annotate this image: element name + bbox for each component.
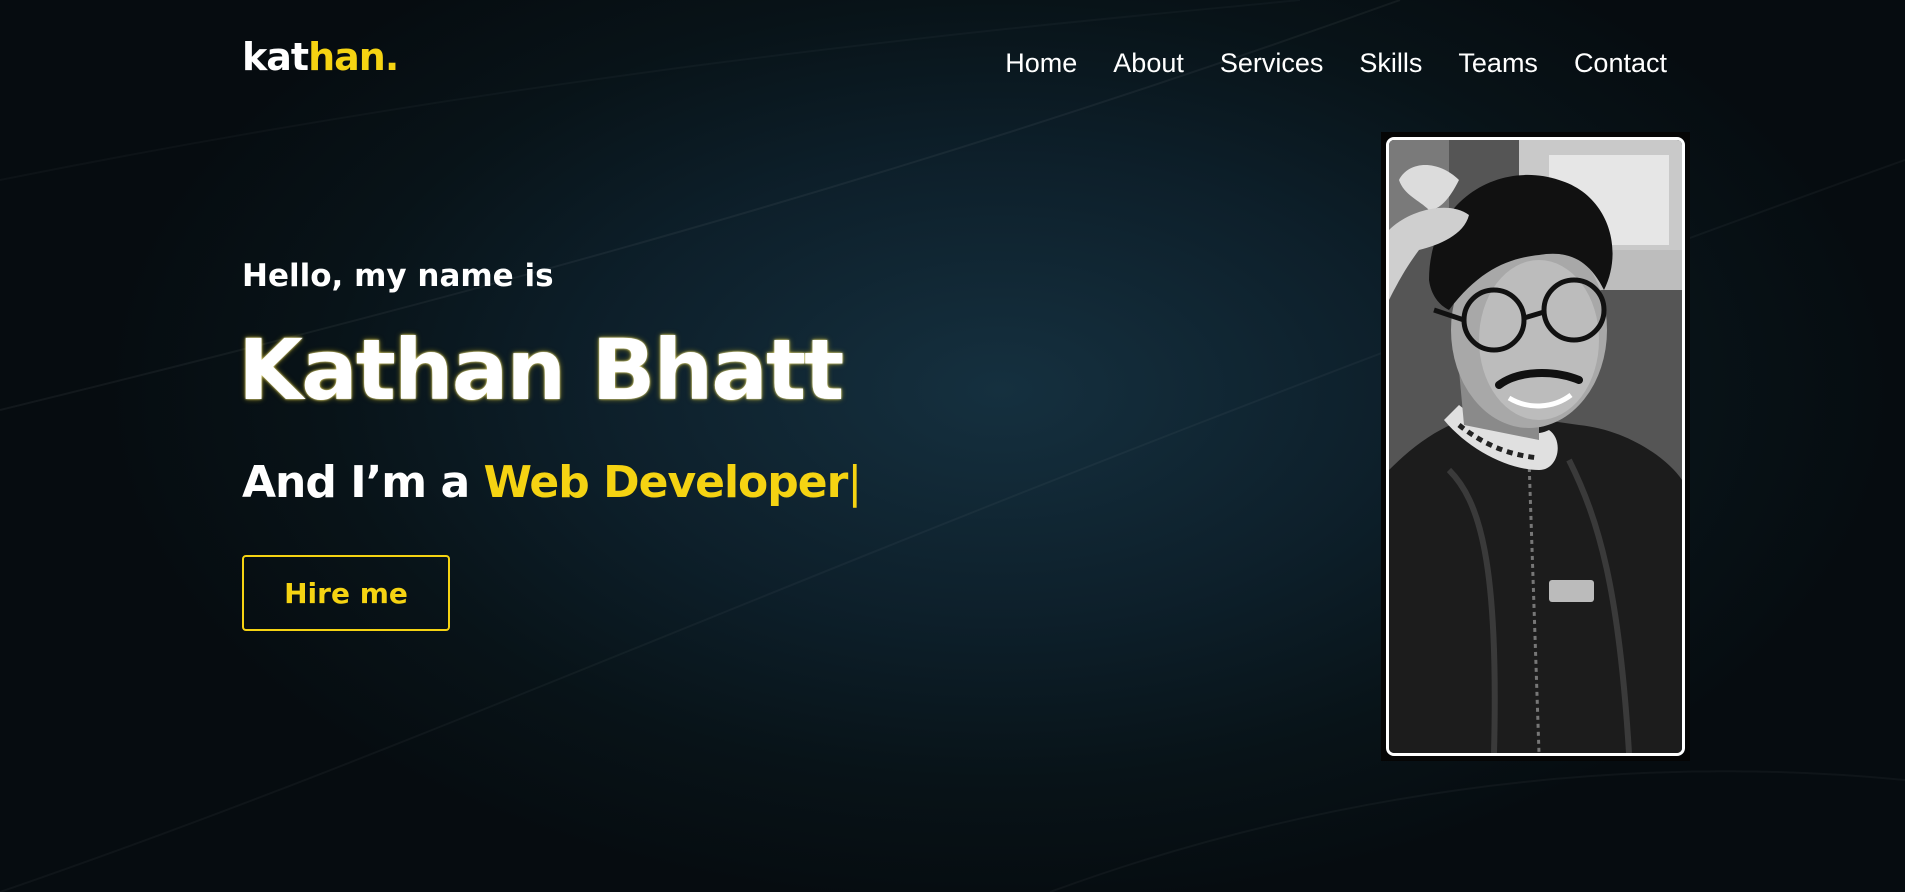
logo[interactable]: kathan. [242, 35, 399, 79]
nav-link-skills[interactable]: Skills [1359, 50, 1422, 77]
role-prefix: And I’m a [242, 457, 484, 508]
logo-part-yellow: han. [308, 35, 399, 79]
nav-link-home[interactable]: Home [1005, 50, 1077, 77]
profile-photo-frame [1381, 132, 1690, 761]
navbar: kathan. Home About Services Skills Teams… [0, 0, 1905, 135]
hero-name: Kathan Bhatt [238, 321, 844, 419]
portrait-illustration [1389, 140, 1682, 753]
nav-link-contact[interactable]: Contact [1574, 50, 1667, 77]
hire-me-button[interactable]: Hire me [242, 555, 450, 631]
hero-greeting: Hello, my name is [242, 258, 554, 294]
typing-cursor: | [847, 457, 862, 508]
nav-link-teams[interactable]: Teams [1458, 50, 1538, 77]
nav-link-services[interactable]: Services [1220, 50, 1324, 77]
nav-links: Home About Services Skills Teams Contact [1005, 50, 1667, 77]
role-highlight: Web Developer [483, 457, 848, 508]
logo-part-white: kat [242, 35, 309, 79]
nav-link-about[interactable]: About [1113, 50, 1184, 77]
hero-role-line: And I’m a Web Developer| [242, 461, 862, 505]
profile-photo [1386, 137, 1685, 756]
